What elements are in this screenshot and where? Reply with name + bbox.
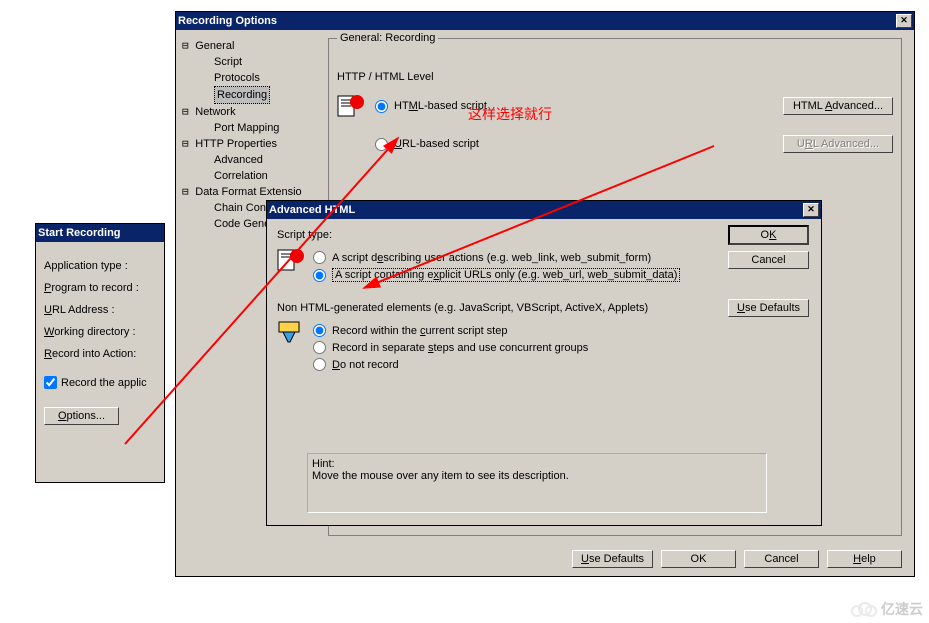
tree-port-mapping[interactable]: Port Mapping — [214, 122, 279, 134]
tree-recording[interactable]: Recording — [214, 86, 270, 104]
start-recording-window: Start Recording Application type : Progr… — [35, 223, 165, 483]
html-based-radio[interactable] — [375, 100, 388, 113]
tree-data-format[interactable]: Data Format Extensio — [195, 186, 301, 198]
user-actions-radio[interactable] — [313, 251, 326, 264]
recording-options-buttons: Use Defaults OK Cancel Help — [572, 550, 902, 568]
tree-protocols[interactable]: Protocols — [214, 72, 260, 84]
advanced-html-title: Advanced HTML — [269, 204, 355, 216]
record-current-label: Record within the current script step — [332, 325, 507, 337]
adv-ok-button[interactable]: OK — [728, 225, 809, 245]
http-level-label: HTTP / HTML Level — [337, 71, 893, 83]
record-app-label: Record the applic — [61, 377, 147, 389]
url-based-radio[interactable] — [375, 138, 388, 151]
user-actions-label: A script describing user actions (e.g. w… — [332, 252, 651, 264]
record-separate-label: Record in separate steps and use concurr… — [332, 342, 588, 354]
app-type-label: Application type : — [44, 260, 128, 272]
advanced-html-titlebar: Advanced HTML ✕ — [267, 201, 821, 219]
record-app-checkbox[interactable] — [44, 376, 57, 389]
url-label: URL Address : — [44, 304, 115, 316]
html-based-label: HTML-based script — [394, 100, 487, 112]
advanced-close-icon[interactable]: ✕ — [803, 203, 819, 217]
hint-label: Hint: — [312, 458, 762, 470]
html-advanced-button[interactable]: HTML Advanced... — [783, 97, 893, 115]
tree-correlation[interactable]: Correlation — [214, 170, 268, 182]
do-not-record-radio[interactable] — [313, 358, 326, 371]
help-button[interactable]: Help — [827, 550, 902, 568]
do-not-record-label: Do not record — [332, 359, 399, 371]
tree-http-props[interactable]: HTTP Properties — [195, 138, 277, 150]
explicit-urls-label: A script containing explicit URLs only (… — [332, 268, 680, 282]
adv-use-defaults-button[interactable]: Use Defaults — [728, 299, 809, 317]
recording-options-titlebar: Recording Options ✕ — [176, 12, 914, 30]
advanced-html-window: Advanced HTML ✕ Script type: A script de… — [266, 200, 822, 526]
program-label: Program to record : — [44, 282, 139, 294]
adv-cancel-button[interactable]: Cancel — [728, 251, 809, 269]
explicit-urls-radio[interactable] — [313, 269, 326, 282]
recording-options-title: Recording Options — [178, 15, 277, 27]
url-advanced-button: URL Advanced... — [783, 135, 893, 153]
start-recording-title: Start Recording — [38, 227, 121, 239]
cancel-button[interactable]: Cancel — [744, 550, 819, 568]
general-recording-legend: General: Recording — [337, 32, 438, 44]
url-based-label: URL-based script — [394, 138, 479, 150]
hint-box: Hint: Move the mouse over any item to se… — [307, 453, 767, 513]
script-type-icon — [277, 247, 305, 275]
ok-button[interactable]: OK — [661, 550, 736, 568]
script-icon — [337, 93, 365, 121]
hint-text: Move the mouse over any item to see its … — [312, 470, 762, 482]
workdir-label: Working directory : — [44, 326, 136, 338]
options-button[interactable]: Options... — [44, 407, 119, 425]
action-label: Record into Action: — [44, 348, 136, 360]
watermark: 亿速云 — [851, 599, 923, 619]
tree-advanced[interactable]: Advanced — [214, 154, 263, 166]
filter-icon — [277, 320, 305, 348]
tree-network[interactable]: Network — [195, 106, 235, 118]
start-recording-titlebar: Start Recording — [36, 224, 164, 242]
record-separate-radio[interactable] — [313, 341, 326, 354]
tree-general[interactable]: General — [195, 40, 234, 52]
watermark-text: 亿速云 — [881, 599, 923, 619]
use-defaults-button[interactable]: Use Defaults — [572, 550, 653, 568]
tree-script[interactable]: Script — [214, 56, 242, 68]
record-current-radio[interactable] — [313, 324, 326, 337]
close-icon[interactable]: ✕ — [896, 14, 912, 28]
